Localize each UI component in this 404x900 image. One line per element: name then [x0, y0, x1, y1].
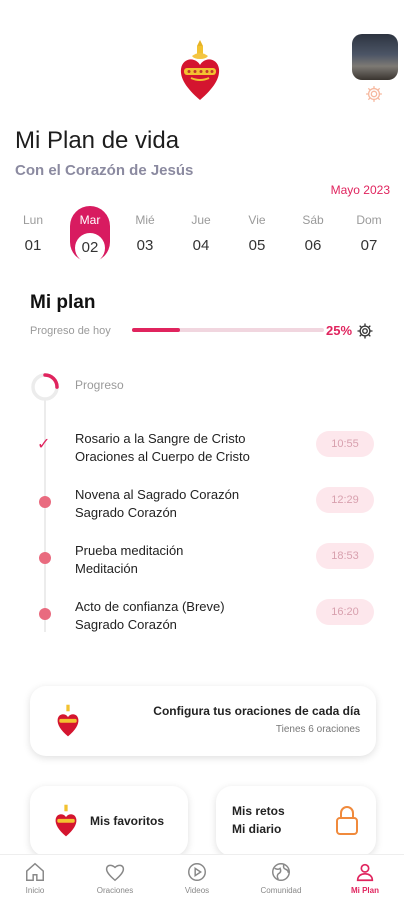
sacred-heart-icon — [57, 704, 79, 737]
day-name: Sáb — [302, 213, 324, 227]
day-sunday[interactable]: Dom 07 — [349, 206, 389, 266]
configure-prayers-card[interactable]: Configura tus oraciones de cada día Tien… — [30, 686, 376, 756]
day-name: Lun — [22, 213, 44, 227]
item-title: Rosario a la Sangre de Cristo — [75, 431, 246, 446]
nav-label: Comunidad — [260, 886, 302, 895]
nav-inicio[interactable]: Inicio — [0, 861, 70, 895]
page-title: Mi Plan de vida — [15, 127, 180, 154]
day-number: 03 — [136, 237, 154, 254]
plan-item[interactable]: ✓ Rosario a la Sangre de Cristo Oracione… — [0, 431, 404, 471]
progress-ring-label: Progreso — [75, 378, 124, 392]
checkmark-icon: ✓ — [37, 436, 51, 453]
day-friday[interactable]: Vie 05 — [237, 206, 277, 266]
plan-settings-gear-icon[interactable] — [356, 322, 374, 340]
person-icon — [356, 863, 374, 882]
challenges-diary-card[interactable]: Mis retos Mi diario — [216, 786, 376, 856]
item-title: Acto de confianza (Breve) — [75, 599, 225, 614]
day-number: 07 — [360, 237, 378, 254]
settings-gear-icon[interactable] — [364, 84, 384, 104]
item-time-pill[interactable]: 12:29 — [316, 487, 374, 513]
day-number: 02 — [75, 233, 105, 263]
nav-label: Videos — [184, 886, 210, 895]
configure-card-title: Configura tus oraciones de cada día — [153, 704, 360, 718]
item-category: Meditación — [75, 561, 138, 576]
challenges-label: Mis retos — [232, 804, 285, 818]
day-number: 01 — [24, 237, 42, 254]
nav-label: Oraciones — [96, 886, 134, 895]
item-time-pill[interactable]: 10:55 — [316, 431, 374, 457]
nav-oraciones[interactable]: Oraciones — [80, 861, 150, 895]
day-name: Vie — [248, 213, 266, 227]
item-title: Prueba meditación — [75, 543, 184, 558]
day-name: Jue — [191, 213, 211, 227]
day-number: 06 — [304, 237, 322, 254]
heart-icon — [105, 864, 125, 882]
progress-bar — [132, 328, 324, 332]
item-title: Novena al Sagrado Corazón — [75, 487, 240, 502]
lock-icon — [336, 806, 358, 835]
sacred-heart-icon — [55, 804, 77, 837]
progress-ring-icon — [31, 373, 59, 401]
day-name: Mié — [135, 213, 155, 227]
progress-bar-fill — [132, 328, 180, 332]
plan-item[interactable]: Novena al Sagrado Corazón Sagrado Corazó… — [0, 487, 404, 527]
sacred-heart-logo — [180, 40, 220, 100]
timeline-dot — [39, 552, 51, 564]
nav-comunidad[interactable]: Comunidad — [246, 861, 316, 895]
nav-mi-plan[interactable]: Mi Plan — [330, 861, 400, 895]
month-label[interactable]: Mayo 2023 — [331, 183, 390, 197]
item-category: Sagrado Corazón — [75, 617, 177, 632]
day-name: Mar — [79, 213, 101, 227]
item-category: Oraciones al Cuerpo de Cristo — [75, 449, 250, 464]
day-monday[interactable]: Lun 01 — [13, 206, 53, 266]
play-icon — [188, 863, 206, 881]
timeline-dot — [39, 608, 51, 620]
plan-title: Mi plan — [30, 292, 96, 313]
page-subtitle: Con el Corazón de Jesús — [15, 162, 194, 179]
day-name: Dom — [356, 213, 382, 227]
globe-icon — [272, 863, 290, 881]
timeline-dot — [39, 496, 51, 508]
day-tuesday[interactable]: Mar 02 — [70, 206, 110, 263]
day-saturday[interactable]: Sáb 06 — [293, 206, 333, 266]
favorites-label: Mis favoritos — [90, 814, 165, 828]
nav-label: Mi Plan — [350, 886, 379, 895]
home-icon — [26, 862, 44, 881]
nav-videos[interactable]: Videos — [162, 861, 232, 895]
favorites-card[interactable]: Mis favoritos — [30, 786, 188, 856]
item-category: Sagrado Corazón — [75, 505, 177, 520]
diary-label: Mi diario — [232, 822, 282, 836]
day-wednesday[interactable]: Mié 03 — [125, 206, 165, 266]
week-day-selector: Lun 01 Mar 02 Mié 03 Jue 04 Vie 05 Sáb 0… — [0, 206, 404, 266]
item-time-pill[interactable]: 18:53 — [316, 543, 374, 569]
day-number: 04 — [192, 237, 210, 254]
user-avatar[interactable] — [352, 34, 398, 80]
plan-item[interactable]: Acto de confianza (Breve) Sagrado Corazó… — [0, 599, 404, 639]
plan-item[interactable]: Prueba meditación Meditación 18:53 — [0, 543, 404, 583]
progress-percent: 25% — [326, 323, 353, 338]
progress-label: Progreso de hoy — [30, 325, 111, 337]
configure-card-subtitle: Tienes 6 oraciones — [275, 724, 360, 735]
item-time-pill[interactable]: 16:20 — [316, 599, 374, 625]
bottom-navigation: Inicio Oraciones Videos Comunidad Mi Pla… — [0, 854, 404, 900]
nav-label: Inicio — [25, 886, 45, 895]
day-number: 05 — [248, 237, 266, 254]
day-thursday[interactable]: Jue 04 — [181, 206, 221, 266]
